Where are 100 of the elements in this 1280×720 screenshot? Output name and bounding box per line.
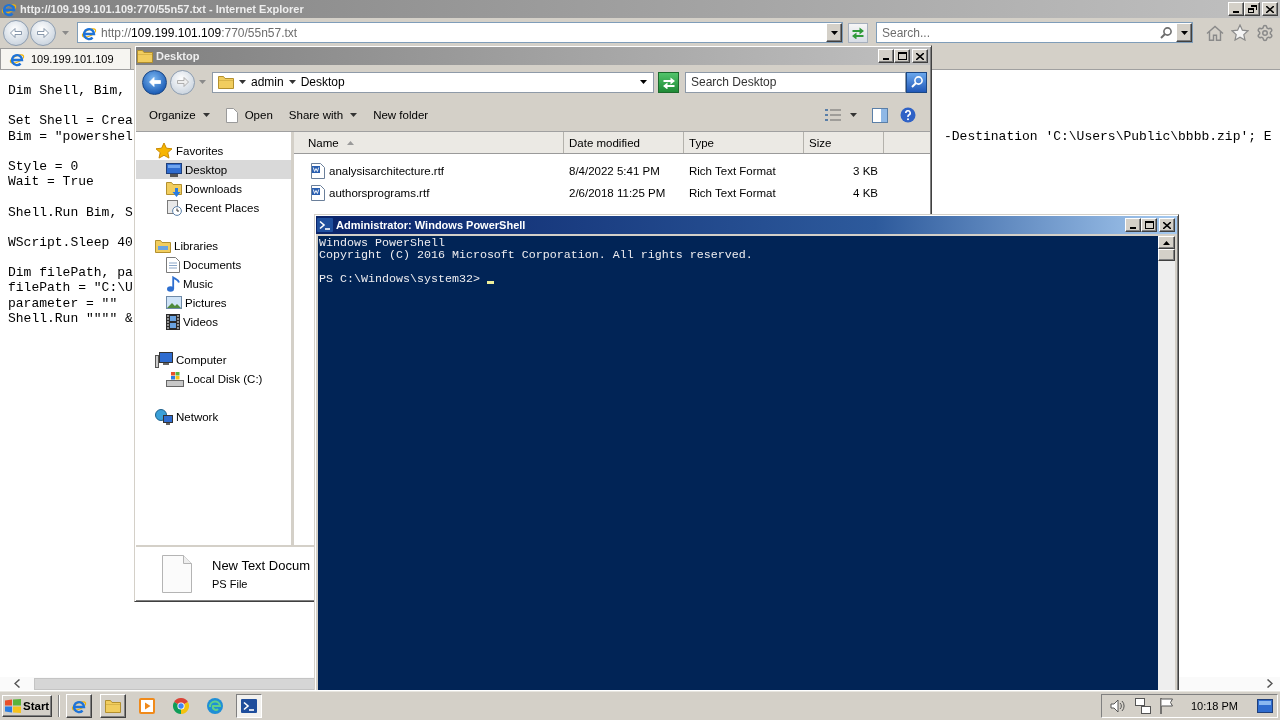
search-button[interactable] xyxy=(906,71,927,93)
text-cursor-icon xyxy=(486,281,494,284)
folder-icon xyxy=(105,698,121,713)
close-button[interactable] xyxy=(1262,2,1278,16)
nav-item[interactable]: Libraries xyxy=(136,236,291,255)
network-button[interactable] xyxy=(1134,697,1151,714)
nav-item[interactable]: Computer xyxy=(136,350,291,369)
refresh-button[interactable] xyxy=(658,71,679,93)
type-cell: Rich Text Format xyxy=(689,187,776,199)
help-button[interactable] xyxy=(900,107,916,123)
search-icon xyxy=(1160,26,1172,39)
star-icon xyxy=(155,142,173,159)
caret-icon xyxy=(850,113,857,117)
close-icon xyxy=(1163,221,1171,229)
console-line: Windows PowerShell xyxy=(319,237,446,249)
close-button[interactable] xyxy=(912,49,928,63)
terminal-icon xyxy=(241,698,257,713)
scroll-up-button[interactable] xyxy=(1158,236,1175,249)
folder-icon xyxy=(137,49,153,63)
nav-item[interactable]: Pictures xyxy=(136,293,291,312)
code-line: Wait = True xyxy=(8,174,94,190)
breadcrumb-item[interactable]: admin xyxy=(251,75,284,89)
windows-flag-icon xyxy=(5,698,21,713)
minimize-button[interactable] xyxy=(1125,218,1141,232)
menu-button[interactable]: Share with xyxy=(287,107,359,123)
file-name[interactable]: authorsprograms.rtf xyxy=(329,187,430,199)
caret-icon xyxy=(62,30,69,35)
nav-item[interactable]: Network xyxy=(136,407,291,426)
refresh-button[interactable] xyxy=(848,22,868,43)
settings-icon xyxy=(1256,23,1274,42)
arrow-up-icon xyxy=(1163,240,1170,245)
vertical-scrollbar[interactable] xyxy=(1158,236,1175,690)
console-line: Copyright (C) 2016 Microsoft Corporation. All rights reserved. xyxy=(319,249,754,261)
notifications-button[interactable] xyxy=(1159,697,1174,714)
forward-arrow-icon xyxy=(37,27,49,38)
volume-button[interactable] xyxy=(1109,698,1126,713)
menu-button[interactable]: Organize xyxy=(148,107,211,123)
close-icon xyxy=(916,52,924,60)
search-dropdown-button[interactable] xyxy=(1176,23,1192,42)
nav-item[interactable]: Downloads xyxy=(136,179,291,198)
maximize-button[interactable] xyxy=(1141,218,1157,232)
refresh-arrows-icon xyxy=(661,75,676,89)
view-dropdown-button[interactable] xyxy=(850,113,857,117)
document-icon xyxy=(311,163,325,179)
e-logo-icon xyxy=(9,51,25,67)
e-logo-icon xyxy=(1,1,17,17)
maximize-icon xyxy=(1144,221,1154,229)
console-area[interactable]: Windows PowerShell Copyright (C) 2016 Microsoft Corporation. All rights reserved. PS C:\Windows\system32> xyxy=(318,236,1158,690)
nav-item[interactable]: Videos xyxy=(136,312,291,331)
size-cell: 3 KB xyxy=(853,165,878,177)
search-field[interactable]: Search... xyxy=(876,22,1193,43)
home-icon xyxy=(1206,24,1224,41)
preview-pane-button[interactable] xyxy=(872,107,888,123)
maximize-button[interactable] xyxy=(894,49,910,63)
taskbar-app-button[interactable] xyxy=(236,693,262,718)
window-title: Administrator: Windows PowerShell xyxy=(336,219,526,231)
address-field[interactable]: http://109.199.101.109:770/55n57.txt xyxy=(77,22,843,43)
show-desktop-button[interactable] xyxy=(1257,698,1273,713)
address-field[interactable]: admin Desktop xyxy=(212,71,654,93)
toolbar-button[interactable]: New folder xyxy=(372,107,430,123)
nav-item[interactable]: Local Disk (C:) xyxy=(136,369,291,388)
minimize-button[interactable] xyxy=(878,49,894,63)
document-icon xyxy=(311,185,325,201)
address-dropdown-button[interactable] xyxy=(826,23,842,42)
nav-item[interactable]: Recent Places xyxy=(136,198,291,217)
blank-page-icon xyxy=(162,554,192,593)
date-cell: 8/4/2022 5:41 PM xyxy=(569,165,660,177)
file-name[interactable]: analysisarchitecture.rtf xyxy=(329,165,445,177)
code-line: parameter = "" xyxy=(8,295,118,311)
caret-icon xyxy=(202,113,210,117)
back-arrow-icon xyxy=(10,27,22,38)
document-icon xyxy=(166,256,180,273)
browser-tab[interactable]: 109.199.101.109 xyxy=(0,48,131,69)
window-title: http://109.199.101.109:770/55n57.txt - Internet Explorer xyxy=(20,3,304,15)
scroll-thumb[interactable] xyxy=(34,678,314,690)
code-line: Shell.Run """" & xyxy=(8,310,133,326)
back-button[interactable] xyxy=(142,69,167,95)
code-line: Bim = "powershel xyxy=(8,128,133,144)
restore-button[interactable] xyxy=(1244,2,1260,16)
list-view-icon xyxy=(825,108,841,122)
forward-button[interactable] xyxy=(30,19,56,46)
globe-monitor-icon xyxy=(155,408,173,425)
breadcrumb-item[interactable]: Desktop xyxy=(300,75,345,89)
type-cell: Rich Text Format xyxy=(689,165,776,177)
search-field[interactable]: Search Desktop xyxy=(685,71,906,93)
nav-item[interactable]: Desktop xyxy=(136,160,291,179)
speaker-icon xyxy=(1109,698,1126,713)
help-icon xyxy=(900,107,916,123)
start-button[interactable]: Start xyxy=(2,694,52,717)
caret-icon xyxy=(288,80,296,84)
minimize-button[interactable] xyxy=(1228,2,1244,16)
close-button[interactable] xyxy=(1159,218,1175,232)
minimize-icon xyxy=(883,58,889,60)
toolbar-button[interactable]: Open xyxy=(224,105,274,125)
nav-item[interactable]: Documents xyxy=(136,255,291,274)
nav-item[interactable]: Music xyxy=(136,274,291,293)
arrow-left-icon xyxy=(14,679,20,688)
favorites-button[interactable] xyxy=(1231,24,1249,41)
nav-item[interactable]: Favorites xyxy=(136,141,291,160)
view-button[interactable] xyxy=(825,108,841,122)
